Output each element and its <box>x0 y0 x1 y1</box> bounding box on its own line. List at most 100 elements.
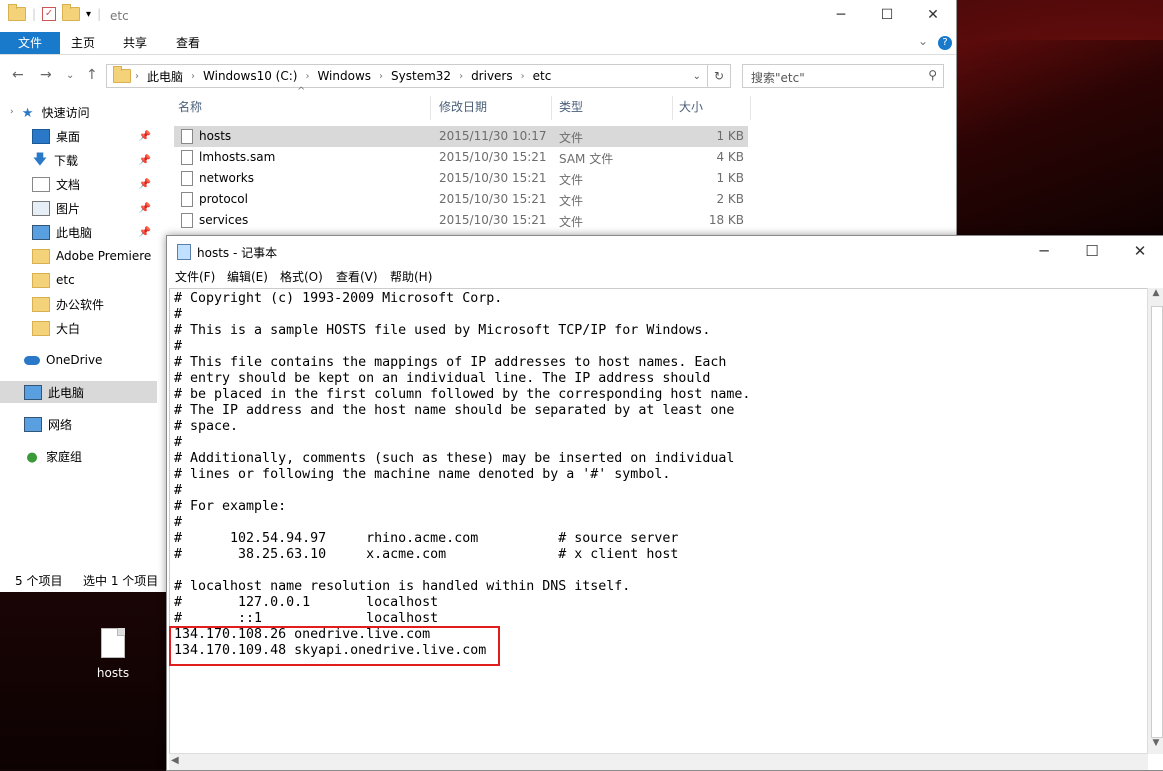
tab-home[interactable]: 主页 <box>57 32 109 54</box>
file-row[interactable]: hosts 2015/11/30 10:17 文件 1 KB <box>174 126 748 147</box>
file-type: SAM 文件 <box>559 152 614 166</box>
nav-quick-access[interactable]: › ★ 快速访问 <box>10 101 167 123</box>
file-name: hosts <box>199 129 232 143</box>
file-size: 1 KB <box>716 171 744 185</box>
refresh-icon[interactable]: ↻ <box>708 64 731 88</box>
ribbon-tabs: 文件 主页 共享 查看 ⌄ ? <box>0 32 956 55</box>
notepad-title: hosts - 记事本 <box>197 246 278 260</box>
download-icon: 🡇 <box>32 151 48 168</box>
star-icon: ★ <box>21 105 34 121</box>
column-header-type[interactable]: 类型 <box>559 96 583 118</box>
desktop-wallpaper-lower <box>0 592 170 769</box>
minimize-button[interactable]: ─ <box>818 0 864 30</box>
file-row[interactable]: protocol 2015/10/30 15:21 文件 2 KB <box>174 189 748 210</box>
file-row[interactable]: networks 2015/10/30 15:21 文件 1 KB <box>174 168 748 189</box>
file-icon <box>181 213 193 228</box>
maximize-button[interactable]: ☐ <box>864 0 910 30</box>
expand-ribbon-icon[interactable]: ⌄ <box>918 34 928 48</box>
horizontal-scrollbar[interactable]: ◀ <box>169 753 1148 770</box>
nav-office-software[interactable]: 办公软件 <box>32 293 157 315</box>
nav-dabai[interactable]: 大白 <box>32 317 157 339</box>
menu-edit[interactable]: 编辑(E) <box>227 268 268 285</box>
chevron-down-icon[interactable]: ⌄ <box>693 71 701 82</box>
file-name: lmhosts.sam <box>199 150 276 164</box>
file-icon <box>181 129 193 144</box>
menu-view[interactable]: 查看(V) <box>336 268 378 285</box>
breadcrumb-windows[interactable]: Windows <box>309 69 379 83</box>
network-icon <box>24 416 42 432</box>
scroll-thumb[interactable] <box>1151 306 1163 738</box>
recent-locations-icon[interactable]: ⌄ <box>66 70 74 81</box>
file-size: 4 KB <box>716 150 744 164</box>
explorer-title-bar: | ✓ ▾ | etc ─ ☐ ✕ <box>0 0 956 32</box>
nav-pictures[interactable]: 图片 📌 <box>32 197 157 219</box>
search-placeholder: 搜索"etc" <box>751 71 805 85</box>
nav-onedrive[interactable]: OneDrive <box>24 349 157 371</box>
window-controls: ─ ☐ ✕ <box>818 0 956 30</box>
file-icon <box>181 171 193 186</box>
search-input[interactable]: 搜索"etc" ⚲ <box>742 64 944 88</box>
column-header-name[interactable]: 名称 <box>178 96 202 118</box>
file-size: 1 KB <box>716 129 744 143</box>
scroll-left-icon[interactable]: ◀ <box>171 755 179 766</box>
nav-this-pc-pinned[interactable]: 此电脑 📌 <box>32 221 157 243</box>
file-icon <box>181 150 193 165</box>
address-bar[interactable]: › 此电脑 › Windows10 (C:) › Windows › Syste… <box>106 64 708 88</box>
file-icon <box>181 192 193 207</box>
folder-icon <box>8 4 26 21</box>
column-header-size[interactable]: 大小 <box>679 96 703 118</box>
scroll-down-icon[interactable]: ▼ <box>1148 738 1163 754</box>
nav-desktop[interactable]: 桌面 📌 <box>32 125 157 147</box>
desktop-hosts-file[interactable]: hosts <box>88 628 138 680</box>
up-arrow-icon[interactable]: ↑ <box>86 67 98 83</box>
breadcrumb-etc[interactable]: etc <box>525 69 560 83</box>
status-selected-count: 选中 1 个项目 <box>83 574 159 588</box>
maximize-button[interactable]: ☐ <box>1068 236 1116 266</box>
notepad-text-area[interactable]: # Copyright (c) 1993-2009 Microsoft Corp… <box>169 288 1148 756</box>
folder-icon <box>32 320 50 336</box>
file-row[interactable]: lmhosts.sam 2015/10/30 15:21 SAM 文件 4 KB <box>174 147 748 168</box>
window-controls: ─ ☐ ✕ <box>1020 236 1163 266</box>
file-size: 18 KB <box>708 213 744 227</box>
tab-share[interactable]: 共享 <box>109 32 161 54</box>
menu-file[interactable]: 文件(F) <box>175 268 215 285</box>
pin-icon: 📌 <box>138 130 151 142</box>
help-icon[interactable]: ? <box>938 36 952 50</box>
properties-icon[interactable]: ✓ <box>42 7 57 21</box>
window-title: etc <box>110 9 129 23</box>
breadcrumb-this-pc[interactable]: 此电脑 <box>139 68 191 85</box>
nav-this-pc[interactable]: 此电脑 <box>0 381 157 403</box>
file-row[interactable]: services 2015/10/30 15:21 文件 18 KB <box>174 210 748 231</box>
nav-network[interactable]: 网络 <box>24 413 157 435</box>
nav-homegroup[interactable]: ● 家庭组 <box>24 445 157 467</box>
scroll-up-icon[interactable]: ▲ <box>1148 288 1163 304</box>
notepad-title-bar: hosts - 记事本 ─ ☐ ✕ <box>167 236 1163 266</box>
file-name: networks <box>199 171 254 185</box>
tab-view[interactable]: 查看 <box>162 32 214 54</box>
nav-downloads[interactable]: 🡇 下载 📌 <box>32 149 157 171</box>
forward-arrow-icon[interactable]: → <box>40 67 52 83</box>
customize-toolbar-icon[interactable]: ▾ <box>86 9 91 20</box>
nav-etc[interactable]: etc <box>32 269 157 291</box>
back-arrow-icon[interactable]: ← <box>12 67 24 83</box>
menu-help[interactable]: 帮助(H) <box>390 268 432 285</box>
new-folder-icon[interactable] <box>62 4 81 21</box>
nav-adobe-premiere[interactable]: Adobe Premiere <box>32 245 157 267</box>
folder-icon <box>113 66 131 83</box>
menu-format[interactable]: 格式(O) <box>280 268 323 285</box>
breadcrumb-drivers[interactable]: drivers <box>463 69 521 83</box>
tab-file[interactable]: 文件 <box>0 32 60 54</box>
nav-documents[interactable]: 文档 📌 <box>32 173 157 195</box>
column-header-date[interactable]: 修改日期 <box>439 96 487 118</box>
folder-icon <box>32 248 50 264</box>
vertical-scrollbar[interactable]: ▲ ▼ <box>1147 288 1163 754</box>
file-name: protocol <box>199 192 248 206</box>
breadcrumb-system32[interactable]: System32 <box>383 69 459 83</box>
minimize-button[interactable]: ─ <box>1020 236 1068 266</box>
pin-icon: 📌 <box>138 178 151 190</box>
sort-ascending-icon: ^ <box>297 86 306 97</box>
close-button[interactable]: ✕ <box>1116 236 1163 266</box>
close-button[interactable]: ✕ <box>910 0 956 30</box>
breadcrumb-c-drive[interactable]: Windows10 (C:) <box>195 69 305 83</box>
status-item-count: 5 个项目 <box>15 574 63 588</box>
